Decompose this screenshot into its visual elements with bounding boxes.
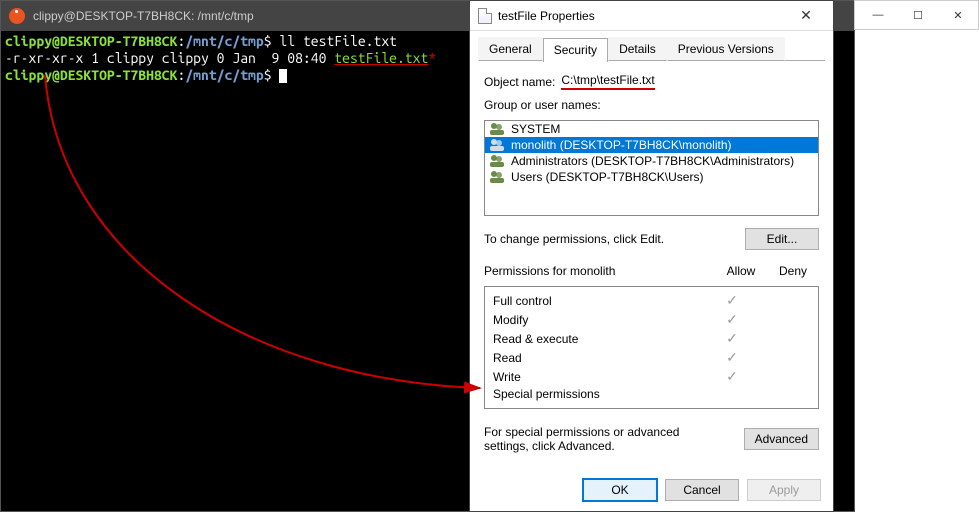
users-icon (489, 122, 505, 136)
object-name-label: Object name: (484, 75, 555, 89)
maximize-button[interactable]: ☐ (898, 1, 938, 29)
tab-strip: General Security Details Previous Versio… (470, 31, 833, 61)
users-icon (489, 154, 505, 168)
tab-details[interactable]: Details (608, 37, 667, 61)
ls-output-perms: -r-xr-xr-x 1 clippy clippy 0 Jan 9 08:40 (5, 50, 334, 66)
prompt-path: /mnt/c/tmp (185, 33, 263, 49)
edit-button[interactable]: Edit... (745, 228, 819, 250)
permission-name: Full control (493, 294, 706, 308)
permission-name: Special permissions (493, 387, 706, 401)
tab-security[interactable]: Security (543, 38, 608, 62)
permission-row[interactable]: Write (493, 367, 810, 386)
principal-name: Administrators (DESKTOP-T7BH8CK\Administ… (511, 154, 794, 168)
principal-item[interactable]: monolith (DESKTOP-T7BH8CK\monolith) (485, 137, 818, 153)
dialog-titlebar[interactable]: testFile Properties ✕ (470, 1, 833, 31)
security-tab-page: Object name: C:\tmp\testFile.txt Group o… (470, 61, 833, 473)
users-icon (489, 138, 505, 152)
allow-cell (706, 330, 758, 347)
principal-item[interactable]: Users (DESKTOP-T7BH8CK\Users) (485, 169, 818, 185)
principal-item[interactable]: SYSTEM (485, 121, 818, 137)
close-button[interactable]: ✕ (938, 1, 978, 29)
advanced-button[interactable]: Advanced (744, 428, 819, 450)
prompt-user: clippy@DESKTOP-T7BH8CK (5, 33, 177, 49)
permission-name: Write (493, 370, 706, 384)
ls-asterisk: * (428, 50, 436, 66)
ok-button[interactable]: OK (583, 479, 657, 501)
permissions-for-label: Permissions for monolith (484, 264, 715, 278)
allow-cell (706, 349, 758, 366)
allow-cell (706, 311, 758, 328)
prompt-user-2: clippy@DESKTOP-T7BH8CK (5, 67, 177, 83)
dialog-button-row: OK Cancel Apply (470, 473, 833, 511)
object-path: C:\tmp\testFile.txt (561, 73, 654, 90)
allow-column-header: Allow (715, 264, 767, 278)
principal-name: Users (DESKTOP-T7BH8CK\Users) (511, 170, 703, 184)
cmd-1: ll testFile.txt (279, 33, 397, 49)
principal-name: SYSTEM (511, 122, 560, 136)
check-icon (726, 368, 738, 384)
permission-row[interactable]: Modify (493, 310, 810, 329)
permission-row[interactable]: Read & execute (493, 329, 810, 348)
prompt-path-2: /mnt/c/tmp (185, 67, 263, 83)
terminal-cursor (279, 69, 287, 83)
background-window-controls: — ☐ ✕ (854, 0, 979, 30)
check-icon (726, 330, 738, 346)
apply-button[interactable]: Apply (747, 479, 821, 501)
tab-general[interactable]: General (478, 37, 543, 61)
dialog-title: testFile Properties (498, 9, 787, 23)
file-icon (478, 8, 492, 24)
principal-item[interactable]: Administrators (DESKTOP-T7BH8CK\Administ… (485, 153, 818, 169)
advanced-hint: For special permissions or advanced sett… (484, 425, 714, 453)
edit-hint: To change permissions, click Edit. (484, 232, 664, 246)
ubuntu-icon (9, 8, 25, 24)
terminal-title: clippy@DESKTOP-T7BH8CK: /mnt/c/tmp (33, 9, 254, 23)
group-user-label: Group or user names: (484, 98, 819, 112)
check-icon (726, 349, 738, 365)
principals-listbox[interactable]: SYSTEM monolith (DESKTOP-T7BH8CK\monolith… (484, 120, 819, 216)
permission-name: Read & execute (493, 332, 706, 346)
permission-row[interactable]: Full control (493, 291, 810, 310)
principal-name: monolith (DESKTOP-T7BH8CK\monolith) (511, 138, 732, 152)
cancel-button[interactable]: Cancel (665, 479, 739, 501)
ls-output-file: testFile.txt (334, 50, 428, 66)
permission-name: Read (493, 351, 706, 365)
properties-dialog: testFile Properties ✕ General Security D… (469, 0, 834, 512)
minimize-button[interactable]: — (858, 1, 898, 29)
permission-name: Modify (493, 313, 706, 327)
deny-column-header: Deny (767, 264, 819, 278)
check-icon (726, 292, 738, 308)
permission-row[interactable]: Read (493, 348, 810, 367)
check-icon (726, 311, 738, 327)
permission-row[interactable]: Special permissions (493, 386, 810, 402)
close-icon[interactable]: ✕ (787, 2, 825, 30)
users-icon (489, 170, 505, 184)
permissions-listbox[interactable]: Full control Modify Read & execute Read Writ… (484, 286, 819, 409)
allow-cell (706, 368, 758, 385)
tab-previous-versions[interactable]: Previous Versions (667, 37, 785, 61)
allow-cell (706, 292, 758, 309)
